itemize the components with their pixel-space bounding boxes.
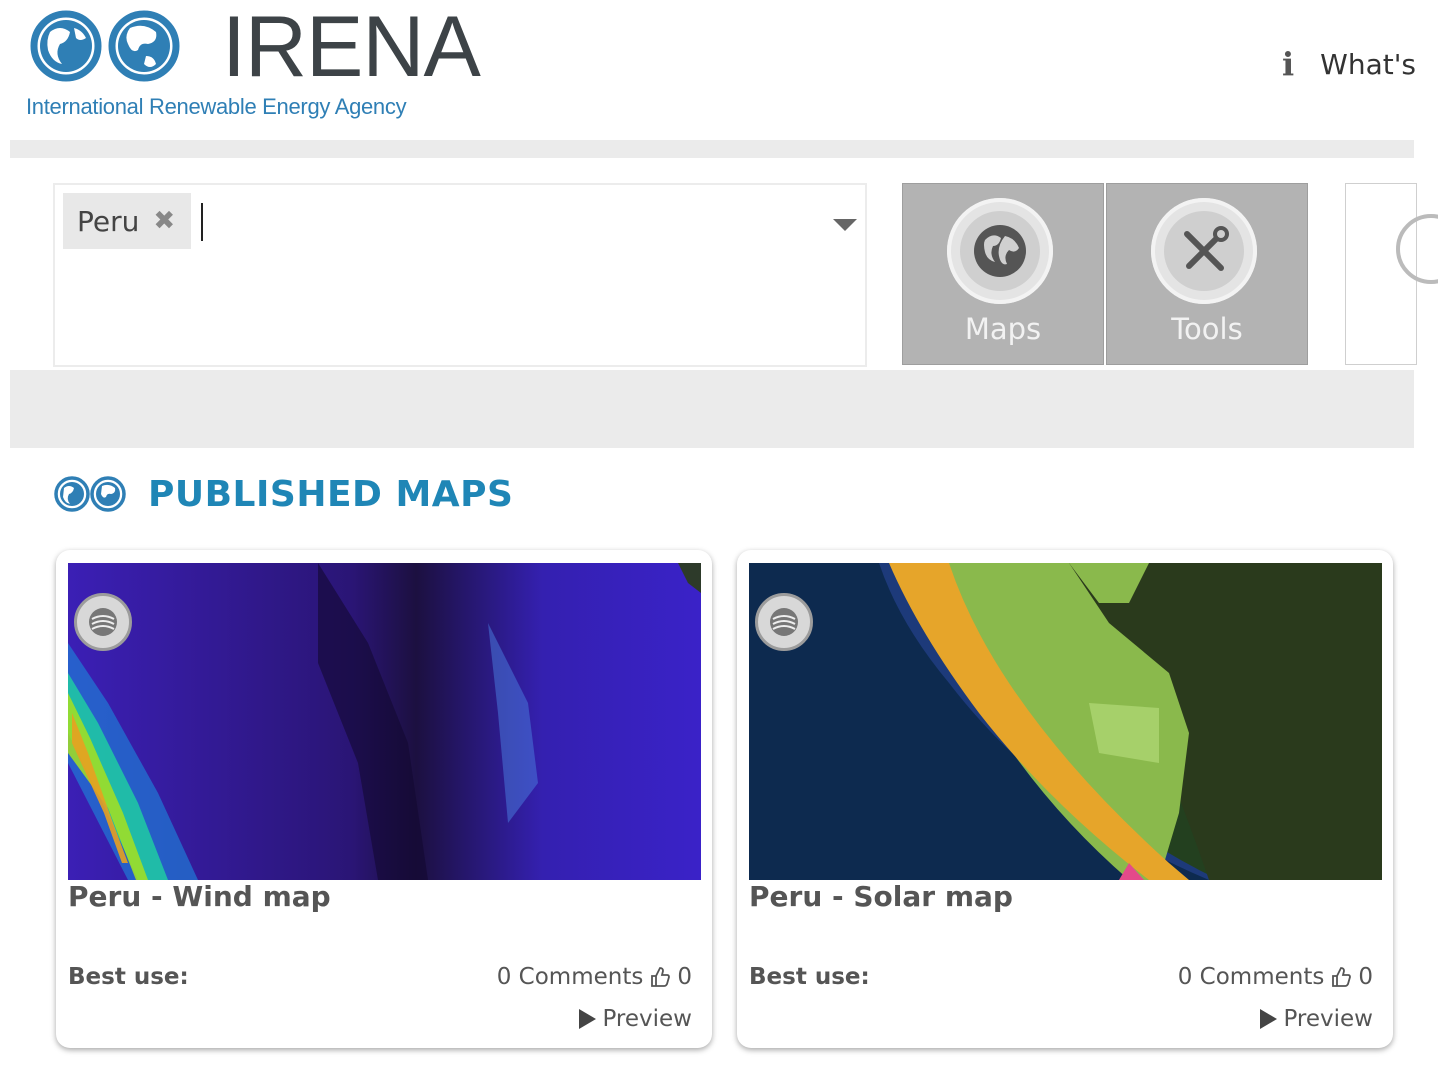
logo-subtitle: International Renewable Energy Agency	[26, 94, 407, 119]
info-icon: i	[1282, 45, 1295, 83]
comments-count: 0 Comments	[496, 964, 644, 990]
header: IRENA International Renewable Energy Age…	[0, 0, 1438, 140]
map-card-title[interactable]: Peru - Wind map	[68, 880, 331, 913]
play-icon	[579, 1009, 597, 1029]
preview-label: Preview	[1283, 1006, 1373, 1032]
comments-info[interactable]: 0 Comments 0	[497, 964, 692, 990]
likes-count: 0	[1358, 964, 1373, 990]
likes-count: 0	[677, 964, 692, 990]
preview-link[interactable]: Preview	[1260, 1006, 1373, 1032]
search-tag-peru[interactable]: Peru ✖	[63, 193, 191, 249]
map-card-title[interactable]: Peru - Solar map	[749, 880, 1013, 913]
category-maps-button[interactable]: Maps	[902, 183, 1104, 365]
tools-icon	[1151, 198, 1257, 304]
whats-new-link[interactable]: i What's	[1282, 44, 1438, 84]
best-use-label: Best use:	[749, 964, 870, 990]
comments-count: 0 Comments	[1177, 964, 1325, 990]
map-type-badge-icon	[74, 593, 132, 651]
map-card-wind[interactable]: Peru - Wind map Best use: 0 Comments 0 P…	[56, 550, 712, 1048]
thumbs-up-icon[interactable]	[1330, 966, 1352, 988]
irena-logo[interactable]: IRENA International Renewable Energy Age…	[22, 0, 482, 126]
globe-pair-icon	[54, 476, 126, 512]
section-title: PUBLISHED MAPS	[148, 473, 514, 515]
globe-icon	[947, 198, 1053, 304]
wind-map-thumbnail[interactable]	[68, 563, 701, 880]
category-maps-label: Maps	[964, 312, 1042, 346]
irena-globes-logo-icon	[30, 10, 180, 82]
logo-wordmark: IRENA	[222, 0, 481, 95]
best-use-label: Best use:	[68, 964, 189, 990]
category-more-icon	[1396, 214, 1438, 284]
comments-info[interactable]: 0 Comments 0	[1178, 964, 1373, 990]
map-card-solar[interactable]: Peru - Solar map Best use: 0 Comments 0 …	[737, 550, 1393, 1048]
text-cursor	[201, 203, 203, 241]
whats-new-label: What's	[1320, 47, 1417, 81]
play-icon	[1260, 1009, 1278, 1029]
preview-label: Preview	[602, 1006, 692, 1032]
preview-link[interactable]: Preview	[579, 1006, 692, 1032]
map-type-badge-icon	[755, 593, 813, 651]
category-tools-button[interactable]: Tools	[1106, 183, 1308, 365]
category-more-button[interactable]	[1345, 183, 1438, 365]
close-icon[interactable]: ✖	[153, 206, 175, 236]
search-tag-label: Peru	[77, 204, 140, 238]
solar-map-thumbnail[interactable]	[749, 563, 1382, 880]
country-search-input[interactable]: Peru ✖	[53, 183, 867, 367]
published-maps-heading: PUBLISHED MAPS	[52, 468, 513, 520]
category-tools-label: Tools	[1171, 312, 1243, 346]
filter-band	[10, 390, 1414, 448]
thumbs-up-icon[interactable]	[649, 966, 671, 988]
chevron-down-icon[interactable]	[833, 219, 857, 231]
